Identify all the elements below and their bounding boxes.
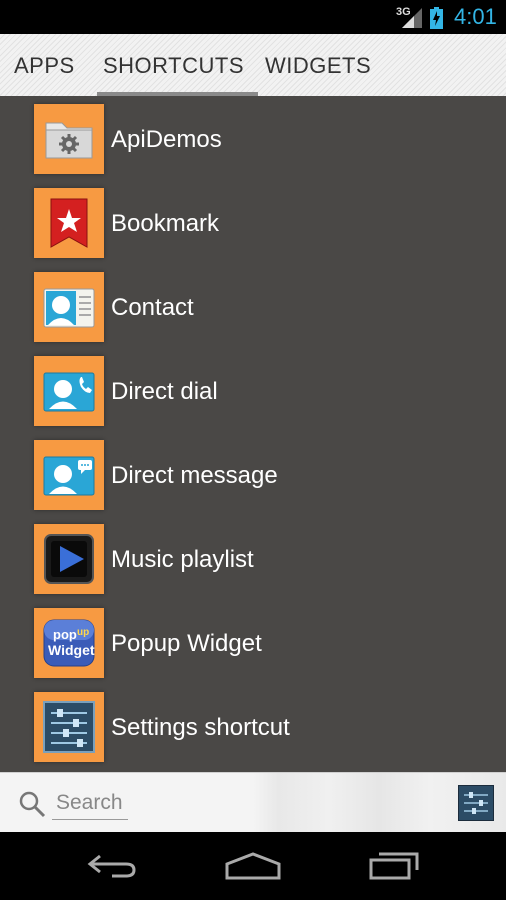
clock: 4:01 <box>454 4 497 29</box>
shortcut-label: Music playlist <box>111 546 254 573</box>
recent-apps-icon[interactable] <box>365 850 425 882</box>
shortcut-item-bookmark[interactable]: Bookmark <box>0 180 506 264</box>
shortcut-item-popup-widget[interactable]: pop up Widget Popup Widget <box>0 600 506 684</box>
popup-icon-text-up: up <box>77 627 89 638</box>
shortcut-item-contact[interactable]: Contact <box>0 264 506 348</box>
apidemos-folder-icon <box>45 122 93 159</box>
direct-message-icon <box>43 456 95 496</box>
shortcut-tile <box>34 272 104 342</box>
back-icon[interactable] <box>82 850 142 882</box>
shortcut-label: Direct message <box>111 462 278 489</box>
shortcut-tile <box>34 440 104 510</box>
popup-widget-icon: pop up Widget <box>43 619 95 667</box>
shortcut-item-music-playlist[interactable]: Music playlist <box>0 516 506 600</box>
popup-icon-text-widget: Widget <box>48 642 95 658</box>
shortcut-tile <box>34 104 104 174</box>
shortcut-tile <box>34 356 104 426</box>
direct-dial-icon <box>43 372 95 412</box>
shortcut-label: ApiDemos <box>111 126 222 153</box>
navigation-bar <box>0 832 506 900</box>
shortcut-tile <box>34 692 104 762</box>
shortcut-label: Popup Widget <box>111 630 262 657</box>
popup-icon-text-pop: pop <box>53 627 77 642</box>
music-playlist-icon <box>44 534 94 584</box>
tab-bar: APPS SHORTCUTS WIDGETS <box>0 34 506 96</box>
search-placeholder: Search <box>56 791 123 814</box>
shortcut-item-direct-message[interactable]: Direct message <box>0 432 506 516</box>
status-bar: 3G 4:01 <box>0 0 506 34</box>
shortcut-item-direct-dial[interactable]: Direct dial <box>0 348 506 432</box>
shortcut-label: Settings shortcut <box>111 714 290 741</box>
home-icon[interactable] <box>223 850 283 882</box>
tab-shortcuts[interactable]: SHORTCUTS <box>97 34 258 96</box>
shortcut-item-apidemos[interactable]: ApiDemos <box>0 96 506 180</box>
shortcut-tile <box>34 188 104 258</box>
shortcut-label: Direct dial <box>111 378 218 405</box>
tab-apps[interactable]: APPS <box>14 34 75 96</box>
battery-charging-icon <box>430 7 443 29</box>
signal-icon <box>402 8 422 28</box>
tab-widgets[interactable]: WIDGETS <box>265 34 371 96</box>
shortcut-item-settings-shortcut[interactable]: Settings shortcut <box>0 684 506 768</box>
shortcut-list: ApiDemos Bookmark Contact Direct dial Di… <box>0 96 506 772</box>
contact-card-icon <box>43 288 95 328</box>
search-settings-icon[interactable] <box>458 785 494 821</box>
shortcut-tile <box>34 524 104 594</box>
bookmark-icon <box>50 198 88 248</box>
search-bar: Search <box>0 772 506 833</box>
search-input[interactable]: Search <box>52 787 128 820</box>
search-icon[interactable] <box>18 790 46 818</box>
settings-shortcut-icon <box>43 701 95 753</box>
shortcut-tile: pop up Widget <box>34 608 104 678</box>
shortcut-label: Contact <box>111 294 194 321</box>
shortcut-label: Bookmark <box>111 210 220 237</box>
